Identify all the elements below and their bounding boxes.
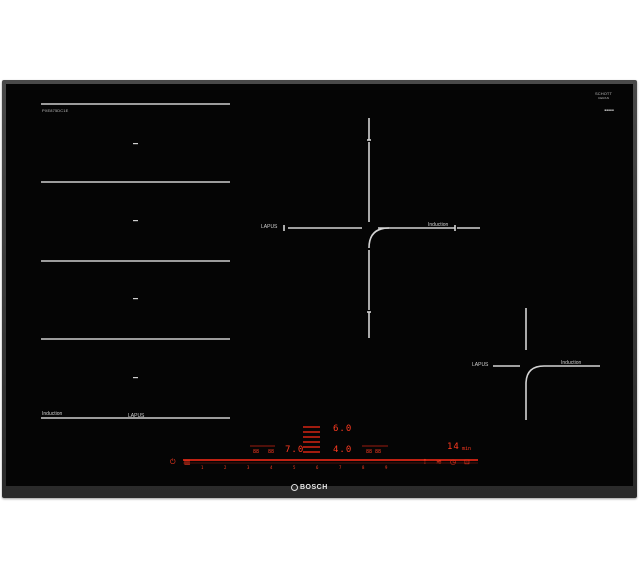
left-small-display-a: 88 (253, 449, 260, 455)
right-small-display: 88 88 (366, 449, 382, 455)
keep-warm-icon[interactable]: ≋ (436, 459, 442, 466)
slider-num-6[interactable]: 6 (316, 465, 318, 470)
power-level-bars (303, 426, 320, 453)
power-display-lower: 4.0 (333, 445, 353, 455)
slider-num-5[interactable]: 5 (293, 465, 295, 470)
slider-num-2[interactable]: 2 (224, 465, 226, 470)
model-label: PXE875DC1E (42, 108, 69, 113)
left-zone-mark-4 (133, 377, 138, 379)
power-icon[interactable]: ⏻ (170, 459, 176, 466)
timer-icon[interactable]: ◷ (450, 459, 456, 466)
large-right-zone (283, 118, 480, 338)
slider-num-9[interactable]: 9 (385, 465, 387, 470)
slider-num-8[interactable]: 8 (362, 465, 364, 470)
slider-num-7[interactable]: 7 (339, 465, 341, 470)
serial-label: ■■■■■ (604, 108, 614, 112)
timer-unit: min (462, 446, 472, 452)
flex-zone-icon[interactable]: ▥ (184, 459, 191, 466)
left-induction-label: Induction (42, 411, 63, 417)
left-zone-mark-2 (133, 220, 138, 222)
small-zone-left-label: LAPUS (472, 362, 489, 368)
left-small-display-b: 88 (268, 449, 275, 455)
slider-num-4[interactable]: 4 (270, 465, 272, 470)
ceran-text: CERAN (597, 96, 609, 100)
control-slider[interactable] (183, 459, 478, 464)
schott-ceran-logo: SCHOTT CERAN (595, 92, 612, 101)
left-flex-zone (41, 103, 230, 419)
left-zone-mark-3 (133, 298, 138, 300)
cooktop-markings (41, 103, 600, 464)
large-zone-left-label: LAPUS (261, 224, 278, 230)
slider-num-1[interactable]: 1 (201, 465, 203, 470)
bosch-logo-icon (291, 484, 298, 491)
lock-icon[interactable]: ⊡ (464, 459, 470, 466)
brand-name: BOSCH (300, 484, 328, 491)
slider-num-3[interactable]: 3 (247, 465, 249, 470)
small-right-zone (493, 308, 600, 420)
boost-icon[interactable]: ⇡ (422, 459, 428, 466)
left-zone-mark-1 (133, 143, 138, 145)
timer-display: 14 (447, 442, 460, 452)
power-display-upper: 6.0 (333, 424, 353, 434)
left-lapus-label: LAPUS (128, 413, 145, 419)
small-zone-right-label: Induction (561, 360, 582, 366)
large-zone-right-label: Induction (428, 222, 449, 228)
power-display-left: 7.0 (285, 445, 305, 455)
